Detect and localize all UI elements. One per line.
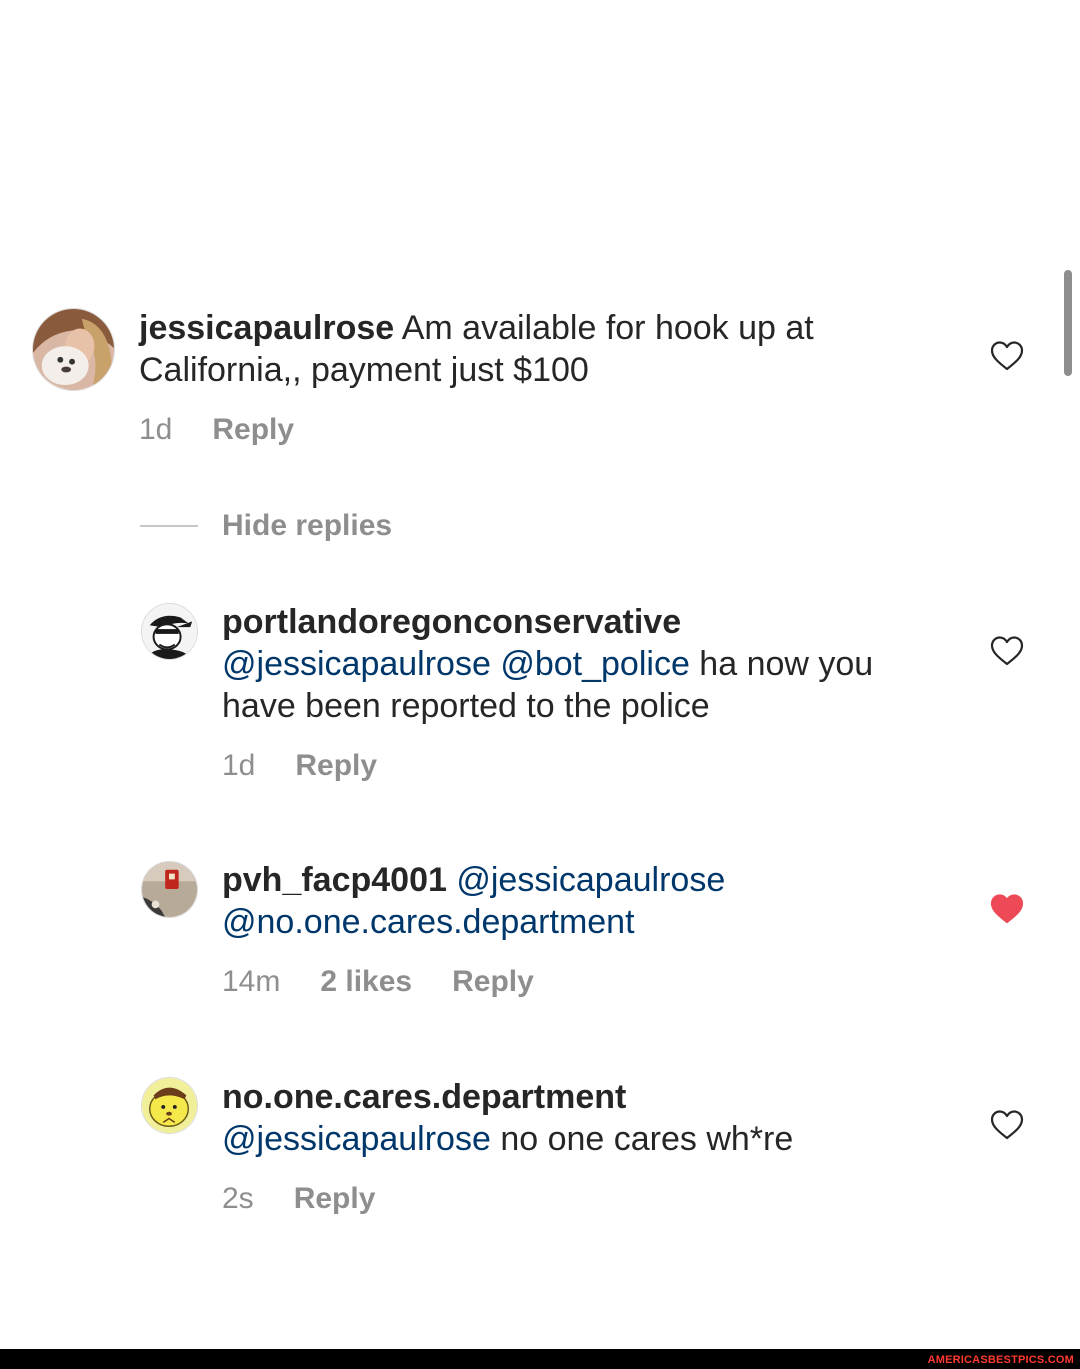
heart-filled-icon[interactable] [990,893,1024,925]
reply-button[interactable]: Reply [295,749,377,782]
watermark-bar: AMERICASBESTPICS.COM [0,1349,1080,1369]
avatar[interactable] [32,308,115,391]
username[interactable]: pvh_facp4001 [222,861,447,899]
comment-body: no one cares wh*re [490,1120,794,1158]
watermark-text: AMERICASBESTPICS.COM [927,1354,1074,1366]
avatar[interactable] [141,1077,198,1134]
mention-link[interactable]: @jessicapaulrose [222,645,491,683]
heart-outline-icon[interactable] [990,1109,1024,1141]
heart-outline-icon[interactable] [990,340,1024,372]
avatar[interactable] [141,603,198,660]
hide-replies-button[interactable]: Hide replies [140,506,392,546]
profile-photo-fire-alarm-icon [142,862,197,917]
username[interactable]: portlandoregonconservative [222,603,681,641]
profile-photo-yellow-cartoon-icon [142,1078,197,1133]
timestamp: 1d [222,749,256,782]
username[interactable]: no.one.cares.department [222,1078,626,1116]
reply-button[interactable]: Reply [212,413,294,446]
reply-button[interactable]: Reply [452,965,534,998]
username[interactable]: jessicapaulrose [139,309,394,347]
comment-meta: 2s Reply [222,1181,415,1217]
scrollbar[interactable] [1064,270,1072,376]
timestamp: 1d [139,413,173,446]
comment-text: no.one.cares.department @jessicapaulrose … [222,1076,942,1160]
avatar[interactable] [141,861,198,918]
likes-count[interactable]: 2 likes [320,965,412,998]
mention-link[interactable]: @bot_police [500,645,690,683]
profile-photo-woman-with-dog-icon [33,309,114,390]
comment-meta: 1d Reply [139,412,334,448]
comment-text: jessicapaulrose Am available for hook up… [139,307,939,391]
mention-link[interactable]: @no.one.cares.department [222,903,635,941]
mention-link[interactable]: @jessicapaulrose [222,1120,491,1158]
timestamp: 2s [222,1182,254,1215]
comment-text: portlandoregonconservative @jessicapaulro… [222,601,942,727]
profile-photo-cartoon-man-icon [142,604,197,659]
reply-button[interactable]: Reply [294,1182,376,1215]
timestamp: 14m [222,965,281,998]
hide-replies-label: Hide replies [222,509,393,542]
comment-meta: 1d Reply [222,748,417,784]
comment-text: pvh_facp4001 @jessicapaulrose @no.one.car… [222,859,942,943]
heart-outline-icon[interactable] [990,635,1024,667]
comment-meta: 14m 2 likes Reply [222,964,574,1000]
mention-link[interactable]: @jessicapaulrose [456,861,725,899]
divider-line [140,525,198,527]
